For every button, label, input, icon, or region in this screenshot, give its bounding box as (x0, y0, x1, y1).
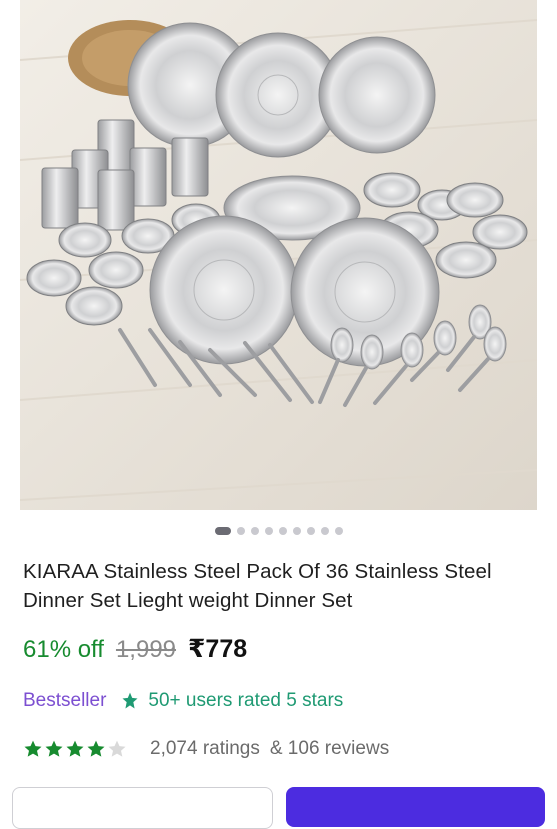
carousel-dot[interactable] (334, 527, 343, 535)
dinner-set-photo (20, 0, 537, 510)
mrp-price: 1,999 (115, 636, 177, 663)
star-filled-icon (66, 740, 84, 757)
carousel-dots[interactable] (0, 526, 557, 536)
discount-label: 61% off (23, 636, 104, 663)
ratings-row[interactable]: 2,074 ratings & 106 reviews (23, 738, 389, 760)
product-title: KIARAA Stainless Steel Pack Of 36 Stainl… (23, 560, 492, 612)
carousel-dot[interactable] (306, 527, 315, 535)
star-rating (23, 739, 128, 759)
carousel-dot[interactable] (214, 527, 231, 535)
star-filled-icon (24, 740, 42, 757)
rated-text: 50+ users rated 5 stars (148, 690, 344, 711)
star-empty-icon (108, 740, 126, 757)
buy-now-button[interactable] (286, 787, 545, 827)
sparkle-star-icon (122, 692, 138, 709)
badge-row: Bestseller 50+ users rated 5 stars (23, 690, 343, 712)
product-image[interactable] (20, 0, 537, 510)
add-to-cart-button[interactable] (12, 787, 273, 829)
carousel-dot[interactable] (236, 527, 245, 535)
carousel-dot[interactable] (320, 527, 329, 535)
selling-price: ₹778 (188, 635, 248, 663)
carousel-dot[interactable] (278, 527, 287, 535)
carousel-dot[interactable] (264, 527, 273, 535)
star-filled-icon (45, 740, 63, 757)
carousel-dot[interactable] (292, 527, 301, 535)
star-filled-icon (87, 740, 105, 757)
reviews-count: & 106 reviews (269, 738, 390, 759)
price-row: 61% off 1,999 ₹778 (23, 634, 247, 664)
bestseller-badge: Bestseller (23, 690, 107, 711)
ratings-count: 2,074 ratings (150, 738, 260, 759)
carousel-dot[interactable] (250, 527, 259, 535)
